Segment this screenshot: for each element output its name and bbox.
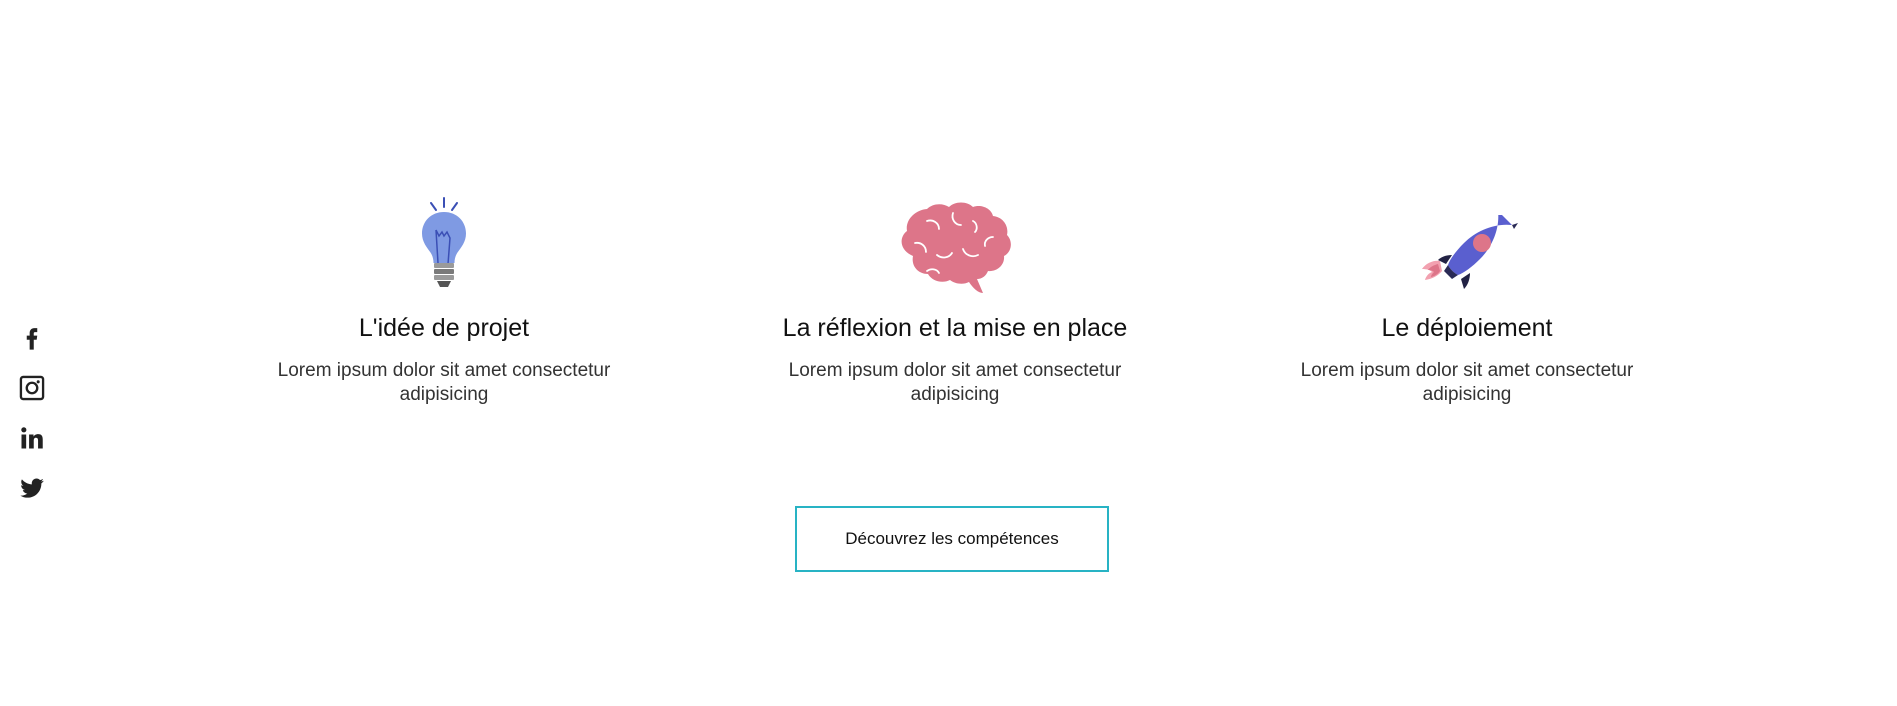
feature-title: Le déploiement	[1381, 314, 1553, 342]
feature-card-idea: L'idée de projet Lorem ipsum dolor sit a…	[234, 195, 654, 407]
feature-title: L'idée de projet	[358, 314, 530, 342]
discover-skills-button[interactable]: Découvrez les compétences	[795, 506, 1109, 572]
linkedin-icon	[21, 427, 43, 449]
linkedin-link[interactable]	[18, 424, 46, 452]
brain-icon	[901, 202, 1011, 293]
feature-icon-wrap	[745, 195, 1165, 295]
twitter-icon	[20, 478, 44, 498]
feature-description: Lorem ipsum dolor sit amet consectetur a…	[788, 360, 1122, 405]
feature-description: Lorem ipsum dolor sit amet consectetur a…	[1300, 360, 1634, 405]
twitter-link[interactable]	[18, 474, 46, 502]
feature-card-reflection: La réflexion et la mise en place Lorem i…	[745, 195, 1165, 407]
lightbulb-icon	[422, 197, 466, 287]
feature-description: Lorem ipsum dolor sit amet consectetur a…	[277, 360, 611, 405]
feature-icon-wrap	[234, 195, 654, 295]
rocket-icon	[1422, 215, 1518, 289]
feature-card-deployment: Le déploiement Lorem ipsum dolor sit ame…	[1257, 195, 1677, 407]
feature-title: La réflexion et la mise en place	[782, 314, 1128, 342]
features-section: L'idée de projet Lorem ipsum dolor sit a…	[0, 195, 1897, 425]
feature-icon-wrap	[1257, 195, 1677, 295]
